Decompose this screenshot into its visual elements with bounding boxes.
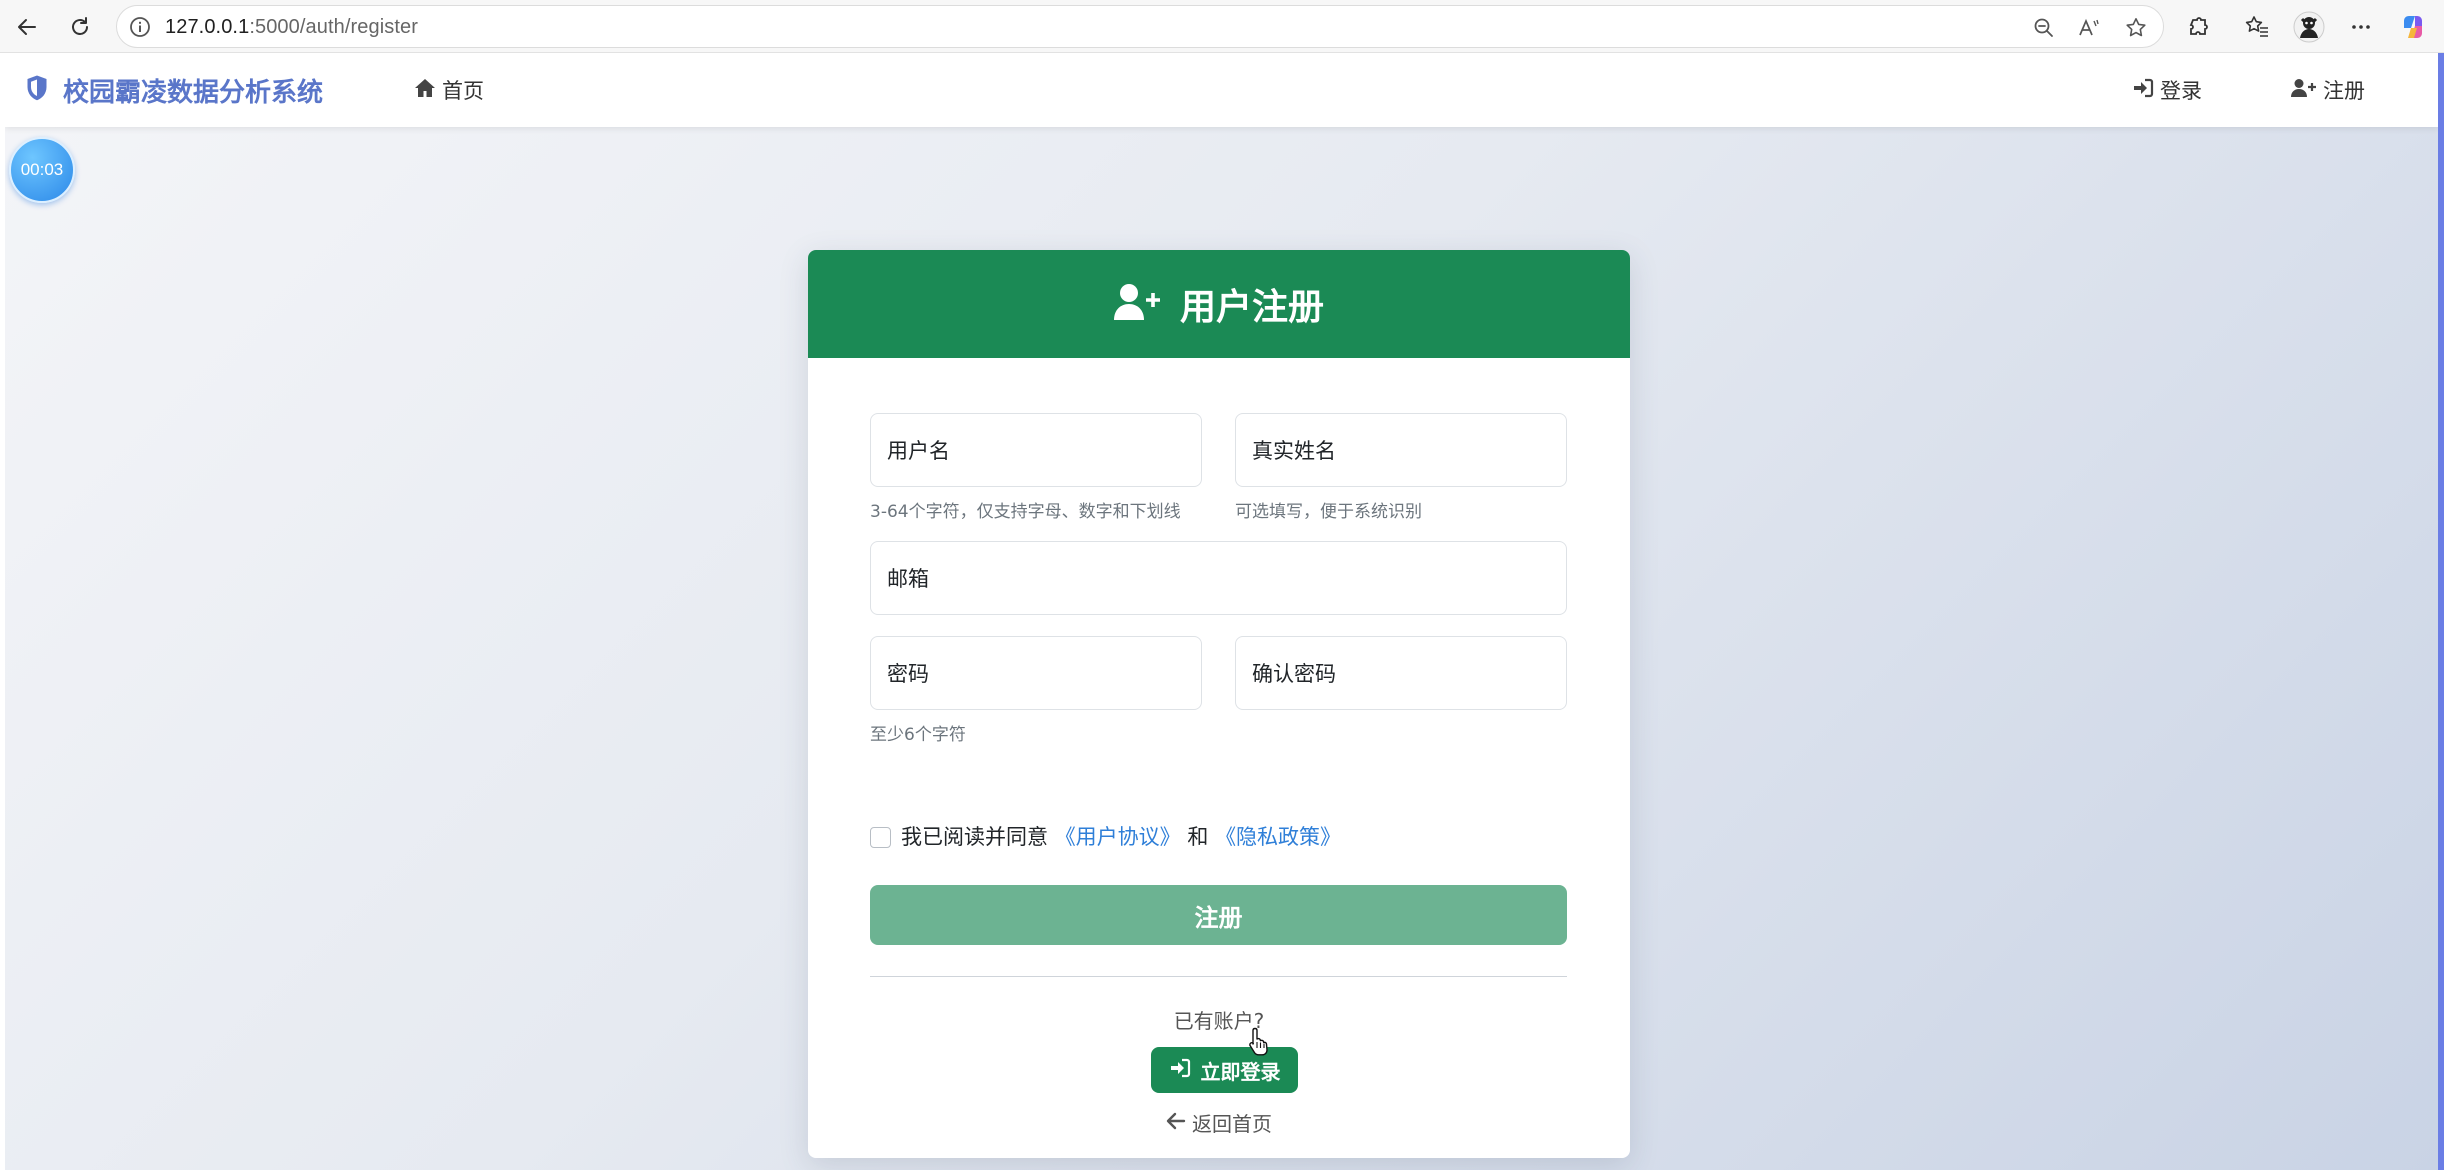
- agree-text: 我已阅读并同意 《用户协议》 和 《隐私政策》: [901, 820, 1341, 854]
- have-account-text: 已有账户?: [1173, 1009, 1265, 1033]
- register-submit-button[interactable]: 注册: [870, 885, 1567, 945]
- sign-in-icon: [2132, 78, 2154, 103]
- hand-cursor-icon: [1247, 1026, 1271, 1060]
- scrollbar[interactable]: [2438, 53, 2444, 1170]
- nav-register[interactable]: 注册: [2291, 53, 2365, 127]
- back-home-label: 返回首页: [1192, 1112, 1272, 1136]
- favorites-list-icon[interactable]: [2240, 10, 2274, 44]
- nav-home-label: 首页: [442, 79, 484, 103]
- url-path: :5000/auth/register: [249, 16, 418, 38]
- arrow-left-icon: [1166, 1111, 1186, 1135]
- password-field[interactable]: 密码: [870, 636, 1202, 710]
- user-plus-icon: [2291, 78, 2317, 103]
- agree-and: 和: [1187, 825, 1209, 849]
- nav-login[interactable]: 登录: [2132, 53, 2202, 127]
- email-field[interactable]: 邮箱: [870, 541, 1567, 615]
- realname-hint: 可选填写，便于系统识别: [1235, 502, 1422, 522]
- terms-link[interactable]: 《用户协议》: [1055, 825, 1181, 849]
- username-label: 用户名: [887, 439, 950, 463]
- password-label: 密码: [887, 662, 929, 686]
- zoom-out-icon[interactable]: [2031, 15, 2057, 41]
- profile-avatar-icon[interactable]: [2292, 10, 2326, 44]
- browser-toolbar: 127.0.0.1:5000/auth/register: [0, 0, 2444, 53]
- brand-title: 校园霸凌数据分析系统: [63, 77, 324, 108]
- card-title: 用户注册: [1179, 287, 1324, 328]
- read-aloud-icon[interactable]: [2077, 15, 2103, 41]
- agree-checkbox[interactable]: [870, 827, 891, 848]
- shield-icon: [25, 74, 49, 106]
- divider: [870, 976, 1567, 977]
- username-hint: 3-64个字符，仅支持字母、数字和下划线: [870, 502, 1181, 522]
- login-now-button[interactable]: 立即登录: [1151, 1047, 1298, 1093]
- username-field[interactable]: 用户名: [870, 413, 1202, 487]
- nav-home[interactable]: 首页: [414, 53, 484, 127]
- back-icon[interactable]: [10, 10, 44, 44]
- extensions-icon[interactable]: [2181, 10, 2215, 44]
- favorite-star-icon[interactable]: [2123, 15, 2149, 41]
- nav-register-label: 注册: [2323, 79, 2365, 103]
- sign-in-icon: [1169, 1058, 1191, 1083]
- site-navbar: 校园霸凌数据分析系统 首页 登录 注册: [5, 53, 2438, 127]
- back-home-link[interactable]: 返回首页: [808, 1108, 1630, 1137]
- email-label: 邮箱: [887, 567, 929, 591]
- agree-prefix: 我已阅读并同意: [901, 825, 1048, 849]
- url-text: 127.0.0.1:5000/auth/register: [165, 6, 418, 49]
- address-bar[interactable]: 127.0.0.1:5000/auth/register: [116, 5, 2164, 48]
- copilot-icon[interactable]: [2396, 10, 2430, 44]
- nav-login-label: 登录: [2160, 79, 2202, 103]
- realname-label: 真实姓名: [1252, 439, 1336, 463]
- password-hint: 至少6个字符: [870, 725, 966, 745]
- reload-icon[interactable]: [63, 10, 97, 44]
- card-header: 用户注册: [808, 250, 1630, 358]
- url-host: 127.0.0.1: [165, 16, 250, 38]
- web-page: 校园霸凌数据分析系统 首页 登录 注册 00:03 用户注册 用户名 真实姓名 …: [5, 53, 2438, 1170]
- confirm-password-label: 确认密码: [1252, 662, 1336, 686]
- privacy-link[interactable]: 《隐私政策》: [1215, 825, 1341, 849]
- home-icon: [414, 78, 436, 103]
- realname-field[interactable]: 真实姓名: [1235, 413, 1567, 487]
- info-icon[interactable]: [129, 16, 151, 38]
- register-card: 用户注册 用户名 真实姓名 3-64个字符，仅支持字母、数字和下划线 可选填写，…: [808, 250, 1630, 1158]
- user-plus-icon: [1113, 283, 1162, 325]
- confirm-password-field[interactable]: 确认密码: [1235, 636, 1567, 710]
- more-icon[interactable]: [2344, 10, 2378, 44]
- timer-badge[interactable]: 00:03: [9, 137, 75, 203]
- brand[interactable]: 校园霸凌数据分析系统: [25, 53, 323, 127]
